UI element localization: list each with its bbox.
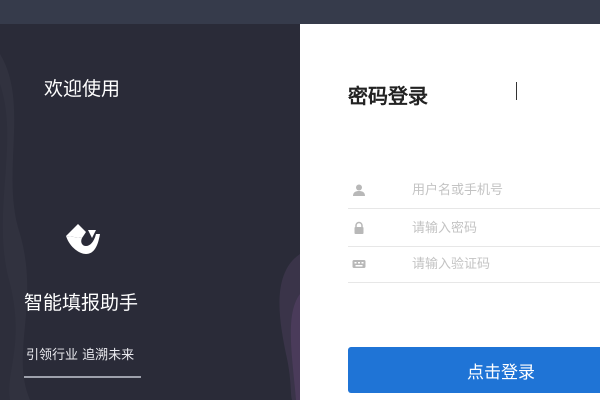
captcha-field [348,246,600,283]
lock-icon [354,221,364,234]
tab-password-login[interactable]: 密码登录 [348,80,428,109]
login-button[interactable]: 点击登录 [348,347,600,393]
slogan-text: 引领行业 追溯未来 [26,348,135,363]
tab-divider [516,82,517,100]
login-panel: 密码登录 点击登录 [300,24,600,400]
welcome-text: 欢迎使用 [44,78,121,100]
user-icon [353,184,365,196]
welcome-panel: 欢迎使用 智能填报助手 引领行业 追溯未来 [0,24,300,400]
password-field [348,210,600,247]
password-input[interactable] [412,216,592,240]
top-bar [0,0,600,24]
keyboard-icon [352,260,366,268]
captcha-input[interactable] [412,252,592,276]
slogan-underline [24,376,141,378]
username-input[interactable] [412,178,592,202]
app-logo-icon [66,224,100,254]
username-field [348,172,600,209]
brand-name: 智能填报助手 [24,292,139,314]
